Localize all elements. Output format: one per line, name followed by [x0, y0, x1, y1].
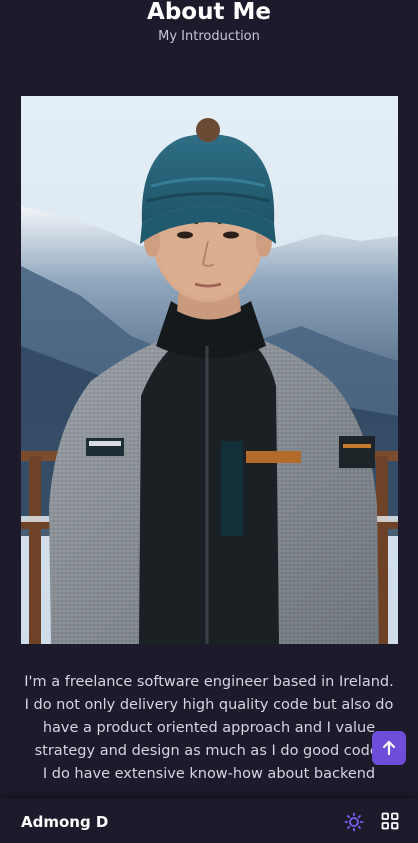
section-header: About Me My Introduction — [0, 0, 418, 45]
sun-icon — [344, 812, 364, 832]
profile-photo — [21, 96, 398, 644]
about-paragraph: I do not only delivery high quality code… — [24, 697, 394, 759]
section-title: About Me — [147, 0, 271, 25]
menu-toggle-button[interactable] — [381, 812, 399, 830]
section-subtitle: My Introduction — [158, 29, 260, 44]
about-description: I'm a freelance software engineer based … — [14, 671, 404, 786]
brand-logo-link[interactable]: Admong D — [21, 813, 108, 831]
bottom-navbar: Admong D — [0, 799, 418, 843]
about-page: About Me My Introduction I'm a freelance… — [0, 0, 418, 843]
about-paragraph: I do have extensive know-how about backe… — [42, 766, 376, 782]
theme-toggle-button[interactable] — [344, 812, 364, 832]
about-paragraph: I'm a freelance software engineer based … — [24, 674, 394, 690]
scroll-to-top-button[interactable] — [372, 731, 406, 765]
grid-menu-icon — [381, 812, 399, 830]
arrow-up-icon — [382, 740, 396, 756]
